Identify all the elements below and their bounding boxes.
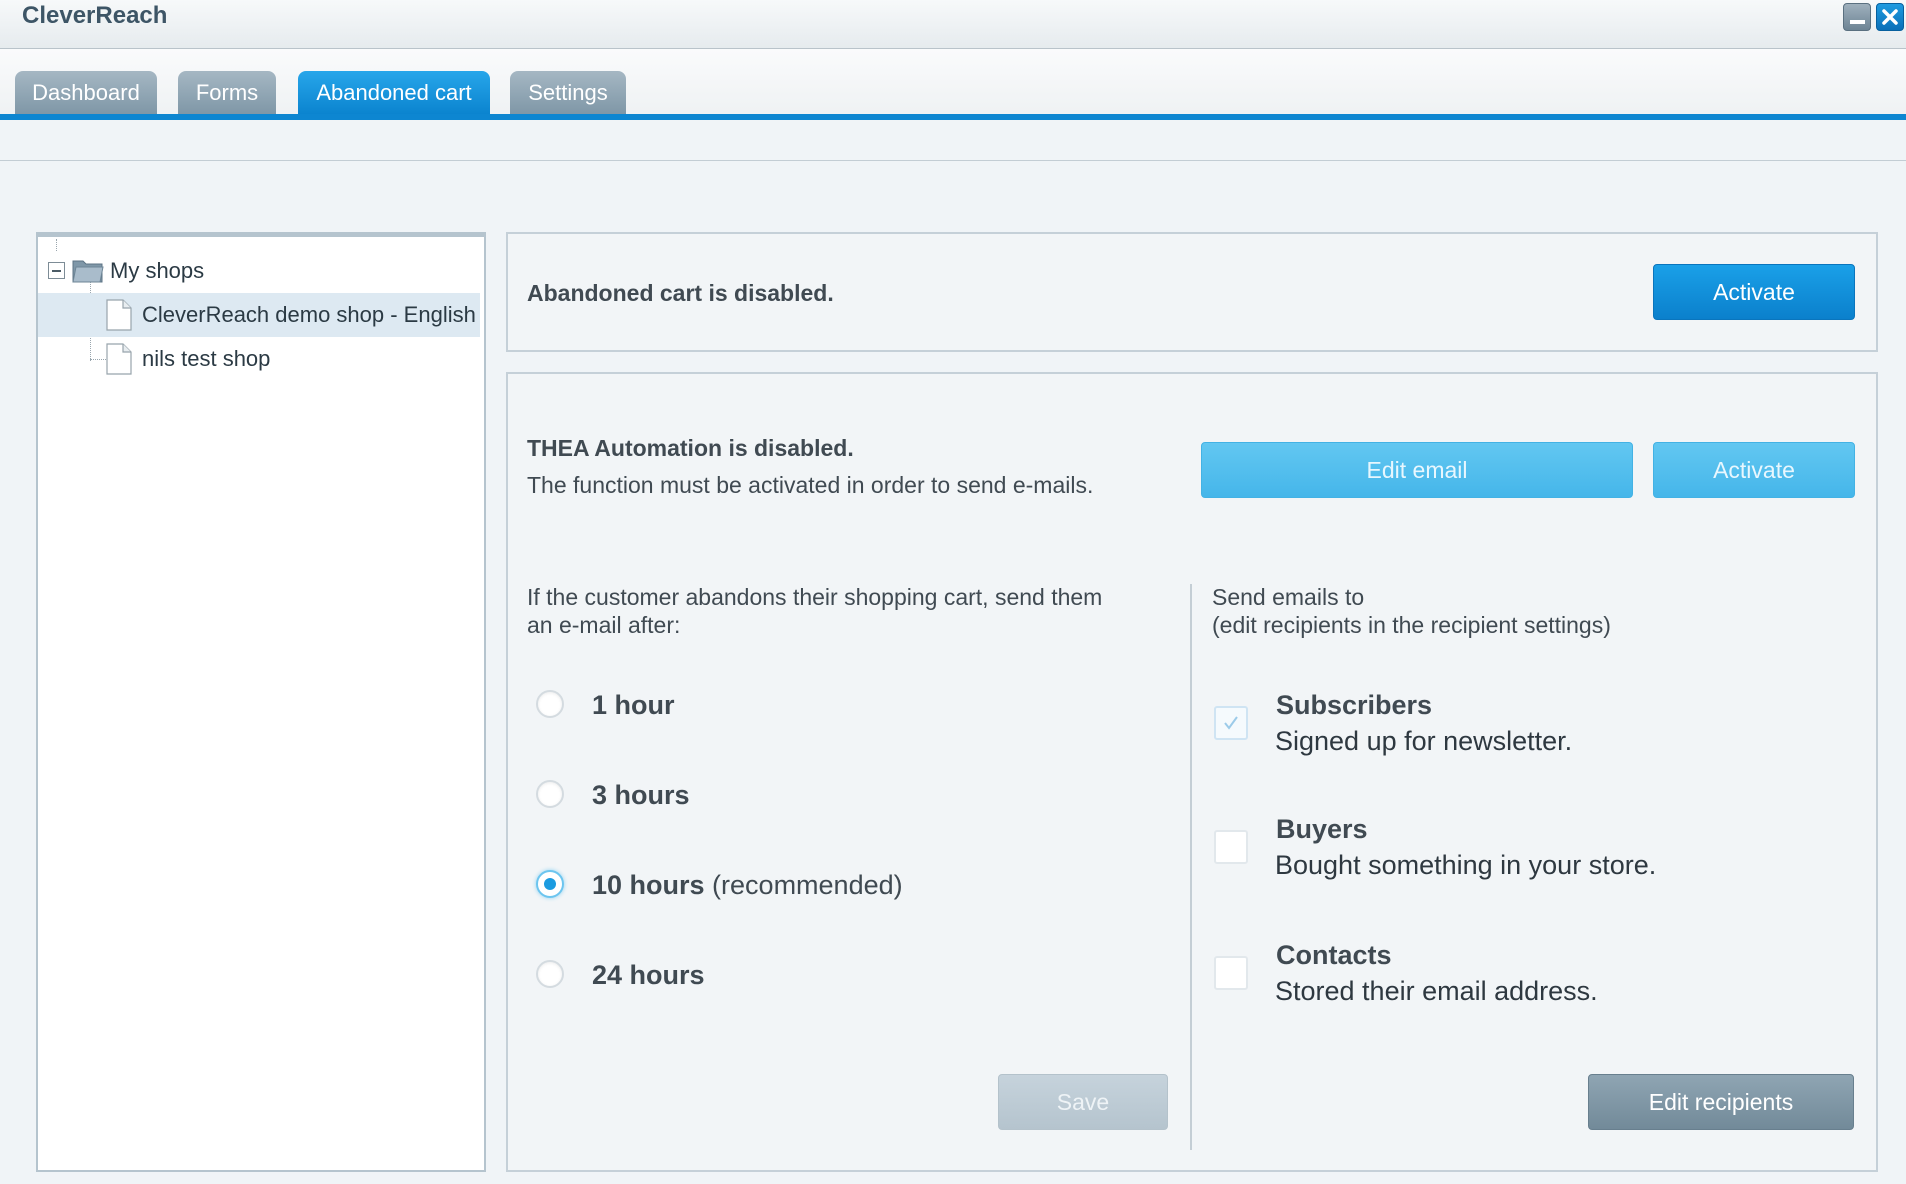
timing-prompt-line1: If the customer abandons their shopping … [527,584,1103,610]
shop-tree-panel: My shops CleverReach demo shop - English… [36,232,486,1172]
save-button[interactable]: Save [998,1074,1168,1130]
radio-3-hours[interactable] [536,780,564,808]
abandoned-cart-status: Abandoned cart is disabled. [527,280,834,306]
tree-root-label: My shops [110,258,205,283]
tree-item-label: CleverReach demo shop - English [142,302,476,327]
close-button[interactable] [1876,3,1904,31]
timing-prompt-line2: an e-mail after: [527,612,681,638]
edit-recipients-button[interactable]: Edit recipients [1588,1074,1854,1130]
recipients-heading-line2: (edit recipients in the recipient settin… [1212,612,1611,638]
column-divider [1190,584,1192,1150]
contacts-title: Contacts [1276,940,1392,970]
option-label: 10 hours [592,870,705,900]
option-10-hours-label[interactable]: 10 hours (recommended) [592,870,903,901]
collapse-icon[interactable] [48,262,65,279]
title-bar: CleverReach [0,0,1906,49]
option-label: 1 hour [592,690,675,720]
checkbox-subscribers[interactable] [1214,706,1248,740]
contacts-description: Stored their email address. [1275,976,1598,1006]
thea-status-note: The function must be activated in order … [527,472,1094,498]
activate-abandoned-cart-button[interactable]: Activate [1653,264,1855,320]
folder-icon [72,260,104,283]
option-label: 24 hours [592,960,705,990]
minimize-button[interactable] [1843,3,1871,31]
tree-item-nils-test-shop[interactable]: nils test shop [38,337,480,381]
option-label: 3 hours [592,780,690,810]
option-24-hours-label[interactable]: 24 hours [592,960,705,991]
tab-dashboard[interactable]: Dashboard [15,71,157,114]
tab-underline [0,114,1906,120]
buyers-title: Buyers [1276,814,1368,844]
tree-root-my-shops[interactable]: My shops [38,249,480,293]
radio-1-hour[interactable] [536,690,564,718]
radio-10-hours[interactable] [536,870,564,898]
app-title: CleverReach [22,2,168,29]
recommended-note: (recommended) [704,870,903,900]
buyers-description: Bought something in your store. [1275,850,1657,880]
page-icon [106,299,132,331]
checkbox-contacts[interactable] [1214,956,1248,990]
option-3-hours-label[interactable]: 3 hours [592,780,690,811]
checkmark-icon [1224,716,1238,730]
radio-24-hours[interactable] [536,960,564,988]
close-icon [1882,9,1898,25]
activate-thea-button[interactable]: Activate [1653,442,1855,498]
edit-email-button[interactable]: Edit email [1201,442,1633,498]
tab-abandoned-cart[interactable]: Abandoned cart [298,71,490,114]
checkbox-buyers[interactable] [1214,830,1248,864]
subscribers-description: Signed up for newsletter. [1275,726,1573,756]
thea-status: THEA Automation is disabled. [527,435,854,461]
page-icon [106,343,132,375]
tree-item-cleverreach-demo-shop[interactable]: CleverReach demo shop - English [38,293,480,337]
tab-forms[interactable]: Forms [178,71,276,114]
tab-bar: Dashboard Forms Abandoned cart Settings [0,49,1906,119]
subscribers-title: Subscribers [1276,690,1433,720]
option-1-hour-label[interactable]: 1 hour [592,690,675,721]
header-divider [0,160,1906,161]
tree-item-label: nils test shop [142,346,271,371]
tab-settings[interactable]: Settings [510,71,626,114]
recipients-heading-line1: Send emails to [1212,584,1365,610]
